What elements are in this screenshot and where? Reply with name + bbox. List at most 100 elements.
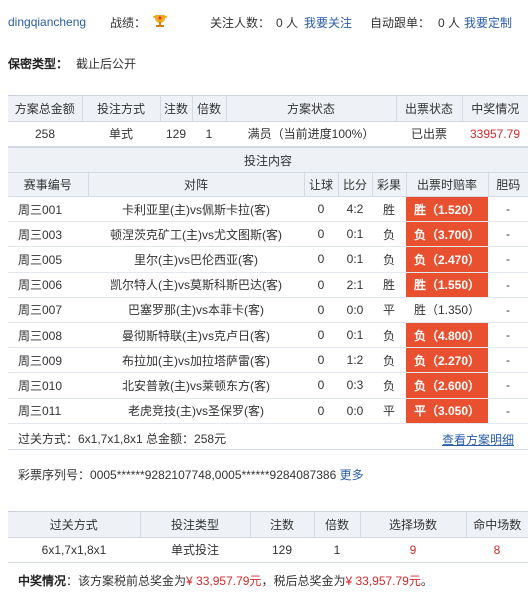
match-odds: 胜（1.520）	[406, 196, 488, 223]
result-cell: 单式投注	[140, 537, 250, 563]
match-id: 周三005	[8, 246, 88, 273]
result-cell: 9	[360, 537, 466, 563]
match-result: 平	[372, 297, 406, 323]
match-teams: 里尔(主)vs巴伦西亚(客)	[88, 246, 304, 273]
matches-header: 胆码	[488, 172, 528, 197]
match-score: 1:2	[338, 347, 372, 374]
match-teams: 北安普敦(主)vs莱顿东方(客)	[88, 372, 304, 399]
match-row: 周三007 巴塞罗那(主)vs本菲卡(客) 0 0:0 平胜（1.350） -	[8, 297, 528, 323]
summary-row: 258 单式 129 1 满员（当前进度100%） 已出票 33957.79	[8, 121, 528, 147]
match-teams: 凯尔特人(主)vs莫斯科斯巴达(客)	[88, 272, 304, 298]
matches-header: 赛事编号	[8, 172, 89, 197]
match-score: 2:1	[338, 272, 372, 298]
pretax-amount: ¥ 33,957.79元	[186, 574, 262, 588]
summary-header: 注数	[160, 96, 193, 122]
pass-summary: 过关方式：6x1,7x1,8x1 总金额：258元	[18, 431, 227, 446]
serial-label: 彩票序列号：	[18, 468, 91, 482]
result-cell: 8	[466, 537, 528, 563]
match-teams: 卡利亚里(主)vs佩斯卡拉(客)	[88, 196, 304, 223]
match-row: 周三005 里尔(主)vs巴伦西亚(客) 0 0:1 负负（2.470） -	[8, 246, 528, 273]
content-title: 投注内容	[8, 146, 528, 173]
match-id: 周三006	[8, 272, 88, 298]
match-score: 0:0	[338, 297, 372, 323]
result-box: 过关方式 投注类型 注数 倍数 选择场数 命中场数 6x1,7x1,8x1 单式…	[8, 511, 528, 563]
summary-header: 中奖情况	[462, 96, 528, 122]
match-id: 周三010	[8, 372, 88, 399]
summary-cell: 满员（当前进度100%）	[226, 121, 396, 147]
match-teams: 布拉加(主)vs加拉塔萨雷(客)	[88, 347, 304, 374]
top-bar: dingqiancheng 战绩： 关注人数： 0 人 我要关注 自动跟单： 0…	[0, 0, 528, 42]
match-banker: -	[488, 372, 528, 399]
prize-info: 中奖情况：该方案税前总奖金为¥ 33,957.79元，税后总奖金为¥ 33,95…	[18, 572, 433, 589]
result-header: 投注类型	[140, 512, 251, 538]
summary-table: 方案总金额 投注方式 注数 倍数 方案状态 出票状态 中奖情况 258 单式 1…	[8, 96, 528, 147]
match-score: 0:1	[338, 221, 372, 248]
match-id: 周三011	[8, 398, 88, 424]
plan-footer: 过关方式：6x1,7x1,8x1 总金额：258元 查看方案明细	[8, 423, 528, 450]
match-banker: -	[488, 322, 528, 349]
match-odds: 胜（1.350）	[406, 297, 488, 323]
result-cell: 1	[314, 537, 360, 563]
match-id: 周三003	[8, 221, 88, 248]
follow-link[interactable]: 我要关注	[304, 14, 352, 31]
summary-header: 方案总金额	[8, 96, 83, 122]
follow-label: 关注人数：	[210, 16, 271, 30]
match-result: 胜	[372, 196, 406, 223]
prize-label: 中奖情况	[18, 574, 67, 588]
matches-header: 彩果	[372, 172, 407, 197]
username-link[interactable]: dingqiancheng	[8, 15, 86, 29]
summary-cell: 129	[160, 121, 192, 147]
matches-header: 比分	[338, 172, 373, 197]
match-result: 负	[372, 246, 406, 273]
match-banker: -	[488, 297, 528, 323]
match-result: 负	[372, 322, 406, 349]
more-link[interactable]: 更多	[340, 468, 364, 482]
match-row: 周三011 老虎竞技(主)vs圣保罗(客) 0 0:0 平平（3.050） -	[8, 398, 528, 424]
secrecy-label: 保密类型：	[8, 57, 69, 71]
customize-link[interactable]: 我要定制	[464, 14, 512, 31]
match-result: 胜	[372, 272, 406, 298]
match-row: 周三010 北安普敦(主)vs莱顿东方(客) 0 0:3 负负（2.600） -	[8, 372, 528, 399]
match-odds: 平（3.050）	[406, 398, 488, 424]
prize-amount: 33957.79	[462, 121, 528, 147]
summary-header: 倍数	[192, 96, 227, 122]
match-handicap: 0	[304, 246, 338, 273]
record-label: 战绩：	[110, 16, 147, 30]
secrecy-value: 截止后公开	[76, 57, 137, 71]
summary-cell: 1	[192, 121, 226, 147]
result-table: 过关方式 投注类型 注数 倍数 选择场数 命中场数 6x1,7x1,8x1 单式…	[8, 512, 528, 563]
serial-value: 0005******9282107748,0005******928408738…	[90, 468, 337, 482]
aftertax-amount: ¥ 33,957.79元	[345, 574, 421, 588]
matches-table: 赛事编号 对阵 让球 比分 彩果 出票时赔率 胆码 周三001 卡利亚里(主)vs…	[8, 172, 528, 424]
match-result: 负	[372, 372, 406, 399]
match-teams: 顿涅茨克矿工(主)vs尤文图斯(客)	[88, 221, 304, 248]
summary-cell: 单式	[82, 121, 160, 147]
match-odds: 负（3.700）	[406, 221, 488, 248]
match-handicap: 0	[304, 347, 338, 374]
match-banker: -	[488, 272, 528, 298]
match-result: 平	[372, 398, 406, 424]
match-odds: 负（2.470）	[406, 246, 488, 273]
result-header: 命中场数	[466, 512, 528, 538]
match-banker: -	[488, 398, 528, 424]
match-handicap: 0	[304, 398, 338, 424]
match-handicap: 0	[304, 221, 338, 248]
result-cell: 129	[250, 537, 314, 563]
summary-cell: 258	[8, 121, 82, 147]
match-handicap: 0	[304, 272, 338, 298]
result-header: 过关方式	[8, 512, 141, 538]
trophy-icon	[152, 13, 168, 29]
match-score: 0:3	[338, 372, 372, 399]
match-handicap: 0	[304, 297, 338, 323]
prize-text: ，税后总奖金为	[261, 574, 346, 588]
match-id: 周三001	[8, 196, 88, 223]
matches-header: 对阵	[88, 172, 305, 197]
match-banker: -	[488, 347, 528, 374]
match-score: 0:1	[338, 246, 372, 273]
match-id: 周三007	[8, 297, 88, 323]
view-detail-link[interactable]: 查看方案明细	[442, 431, 514, 448]
result-header: 选择场数	[360, 512, 467, 538]
summary-cell: 已出票	[396, 121, 462, 147]
prize-text: 。	[420, 574, 433, 588]
match-odds: 负（4.800）	[406, 322, 488, 349]
